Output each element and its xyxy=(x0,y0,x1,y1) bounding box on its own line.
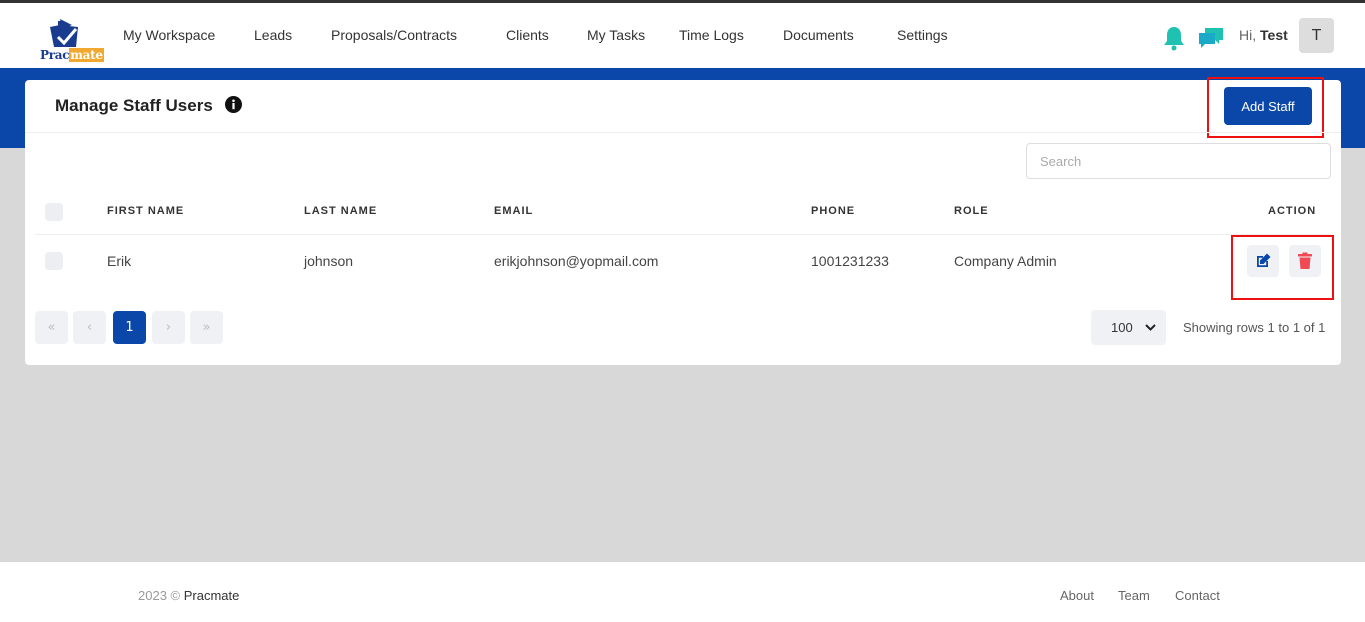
bell-icon[interactable] xyxy=(1162,25,1186,51)
chevron-down-icon xyxy=(1145,324,1156,331)
footer-brand[interactable]: Pracmate xyxy=(184,588,240,603)
row-checkbox[interactable] xyxy=(45,252,63,270)
info-icon[interactable] xyxy=(225,96,242,113)
cell-first-name: Erik xyxy=(107,253,132,269)
nav-leads[interactable]: Leads xyxy=(254,27,292,43)
user-greeting: Hi, Test xyxy=(1239,27,1288,43)
top-navbar: Pracmate My Workspace Leads Proposals/Co… xyxy=(0,3,1365,68)
footer: 2023 © Pracmate About Team Contact xyxy=(0,562,1365,622)
nav-clients[interactable]: Clients xyxy=(506,27,549,43)
prev-page-button[interactable]: ‹ xyxy=(73,311,106,344)
cell-email: erikjohnson@yopmail.com xyxy=(494,253,659,269)
user-avatar[interactable]: T xyxy=(1299,18,1334,53)
column-header-last-name[interactable]: LAST NAME xyxy=(304,205,377,217)
footer-link-about[interactable]: About xyxy=(1060,588,1094,603)
brand-name: Pracmate xyxy=(40,48,104,62)
footer-link-contact[interactable]: Contact xyxy=(1175,588,1220,603)
column-header-phone[interactable]: PHONE xyxy=(811,205,855,217)
nav-my-workspace[interactable]: My Workspace xyxy=(123,27,215,43)
cell-phone: 1001231233 xyxy=(811,253,889,269)
nav-documents[interactable]: Documents xyxy=(783,27,854,43)
cell-last-name: johnson xyxy=(304,253,354,269)
page-title: Manage Staff Users xyxy=(55,96,213,115)
cell-role: Company Admin xyxy=(954,253,1057,269)
column-header-first-name[interactable]: FIRST NAME xyxy=(107,205,184,217)
card-header-divider xyxy=(25,132,1341,133)
last-page-button[interactable]: » xyxy=(190,311,223,344)
page-1-button[interactable]: 1 xyxy=(113,311,146,344)
highlight-box-actions xyxy=(1231,235,1334,300)
nav-proposals-contracts[interactable]: Proposals/Contracts xyxy=(331,27,457,43)
search-input[interactable] xyxy=(1026,143,1331,179)
nav-my-tasks[interactable]: My Tasks xyxy=(587,27,645,43)
nav-time-logs[interactable]: Time Logs xyxy=(679,27,744,43)
select-all-checkbox[interactable] xyxy=(45,203,63,221)
column-header-action: ACTION xyxy=(1268,205,1317,217)
rows-info-text: Showing rows 1 to 1 of 1 xyxy=(1183,320,1326,335)
highlight-box-add-staff xyxy=(1207,77,1324,138)
footer-link-team[interactable]: Team xyxy=(1118,588,1150,603)
staff-users-card: Manage Staff Users Add Staff FIRST NAME … xyxy=(25,77,1341,365)
column-header-email[interactable]: EMAIL xyxy=(494,205,533,217)
rows-per-page-value: 100 xyxy=(1111,320,1133,335)
first-page-button[interactable]: « xyxy=(35,311,68,344)
column-header-role[interactable]: ROLE xyxy=(954,205,989,217)
footer-copyright: 2023 © Pracmate xyxy=(138,588,240,603)
table-header-divider xyxy=(35,234,1331,235)
nav-settings[interactable]: Settings xyxy=(897,27,948,43)
next-page-button[interactable]: › xyxy=(152,311,185,344)
chat-icon[interactable] xyxy=(1197,25,1225,51)
rows-per-page-select[interactable]: 100 xyxy=(1091,310,1166,345)
